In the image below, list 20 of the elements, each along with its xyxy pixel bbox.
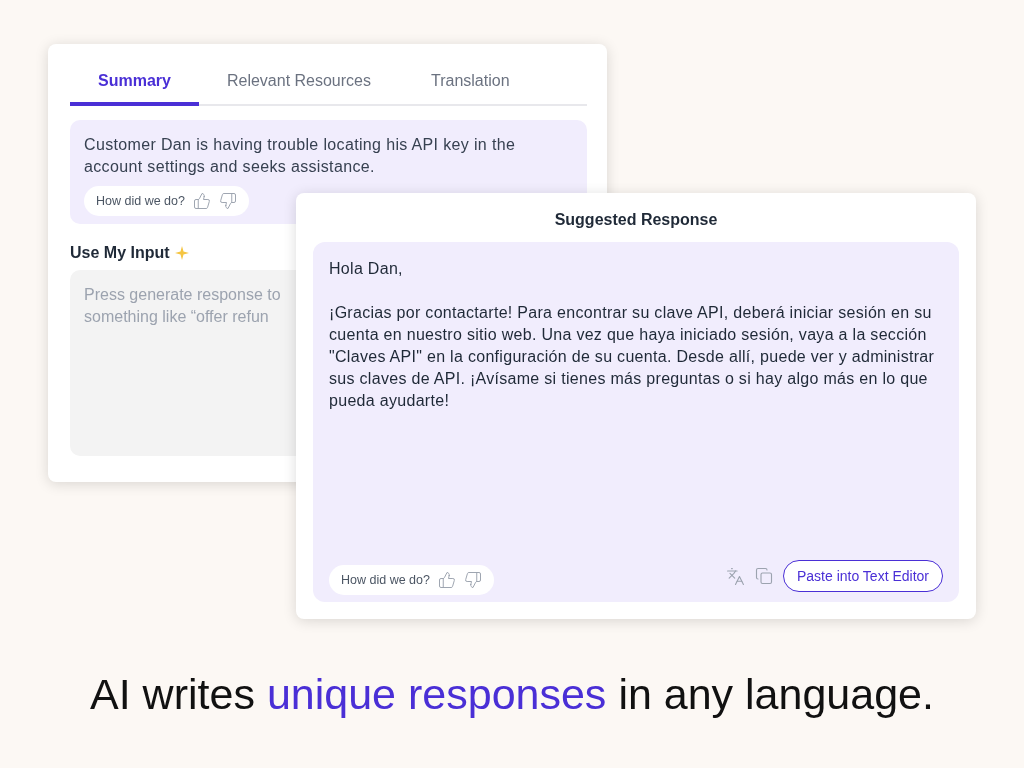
- summary-text: Customer Dan is having trouble locating his API key in the account settings and seeks assistance.: [84, 135, 517, 177]
- translate-icon[interactable]: [725, 566, 745, 586]
- feedback-prompt: How did we do?: [341, 573, 430, 587]
- thumbs-up-icon[interactable]: [192, 192, 211, 210]
- greeting-text: Hola Dan,: [329, 259, 404, 279]
- headline-text: in any language.: [618, 670, 934, 719]
- headline-text: AI writes: [90, 670, 255, 719]
- paste-button[interactable]: Paste into Text Editor: [782, 560, 943, 592]
- response-text: ¡Gracias por contactarte! Para encontrar su clave API, deberá iniciar sesión en su cuenta en nuestro sitio web. Una vez que haya iniciado sesión, vaya a la sección "Claves API" en la configuración de su cuenta. Desde allí, puede ver y administrar sus claves de API. ¡Avísame si tienes más preguntas o si hay algo más en lo que pueda ayudarte!: [329, 303, 936, 411]
- thumbs-up-icon[interactable]: [437, 571, 456, 589]
- headline-text: unique responses: [266, 670, 607, 719]
- thumbs-down-icon[interactable]: [218, 192, 237, 210]
- copy-icon[interactable]: [754, 567, 773, 585]
- tab[interactable]: Summary: [70, 62, 199, 106]
- feedback-prompt: How did we do?: [96, 194, 185, 208]
- input-label: Use My Input: [70, 244, 170, 262]
- tab[interactable]: Relevant Resources: [198, 62, 399, 106]
- tab[interactable]: Translation: [403, 62, 538, 106]
- card-title: Suggested Response: [554, 211, 718, 229]
- thumbs-down-icon[interactable]: [463, 571, 482, 589]
